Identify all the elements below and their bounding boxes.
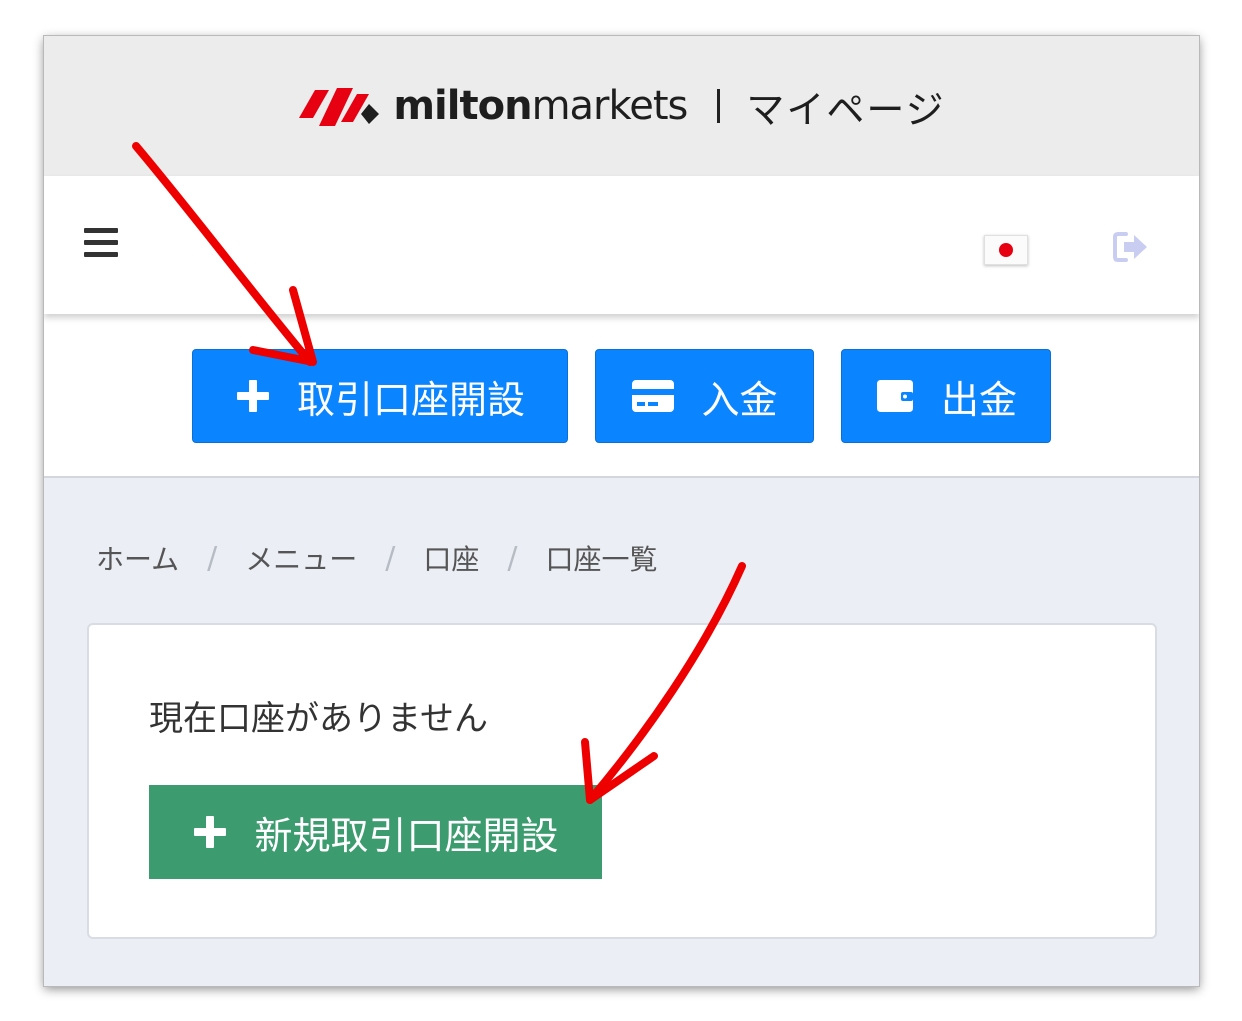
hamburger-icon[interactable] [84,228,118,258]
brand-header: miltonmarkets マイページ [44,36,1199,176]
breadcrumb-separator: / [385,540,396,576]
open-trading-account-label: 取引口座開設 [296,377,525,422]
open-trading-account-button[interactable]: 取引口座開設 [192,349,568,443]
milton-markets-logo-icon [299,88,380,126]
wallet-icon [875,379,915,413]
breadcrumb-separator: / [207,540,218,576]
deposit-label: 入金 [701,377,778,422]
new-trading-account-button[interactable]: 新規取引口座開設 [149,785,602,879]
brand-logo[interactable]: miltonmarkets [297,78,688,134]
breadcrumb-menu[interactable]: メニュー [245,538,357,578]
japan-flag-icon[interactable] [984,235,1028,265]
new-trading-account-label: 新規取引口座開設 [254,813,559,858]
deposit-button[interactable]: 入金 [595,349,814,443]
sign-out-icon[interactable] [1112,230,1150,264]
withdraw-button[interactable]: 出金 [841,349,1051,443]
brand-name: miltonmarkets [393,83,688,129]
breadcrumb-account[interactable]: 口座 [423,538,479,578]
breadcrumb-home[interactable]: ホーム [96,538,179,578]
brand-divider [717,89,721,123]
top-navigation [44,176,1199,314]
breadcrumb-account-list: 口座一覧 [545,543,658,576]
withdraw-label: 出金 [940,377,1017,422]
credit-card-icon [631,379,675,413]
plus-icon [235,378,271,414]
action-bar: 取引口座開設 入金 出金 [44,314,1199,478]
page-title: マイページ [746,87,946,132]
breadcrumb-separator: / [507,540,518,576]
account-list-card: 現在口座がありません 新規取引口座開設 [87,623,1157,939]
plus-icon [192,814,228,850]
flag-disc [999,243,1013,257]
empty-accounts-message: 現在口座がありません [149,699,488,739]
breadcrumb: ホーム / メニュー / 口座 / 口座一覧 [96,538,658,578]
app-frame: miltonmarkets マイページ 取引口座開設 入金 出金 ホーム / メ… [44,36,1199,986]
